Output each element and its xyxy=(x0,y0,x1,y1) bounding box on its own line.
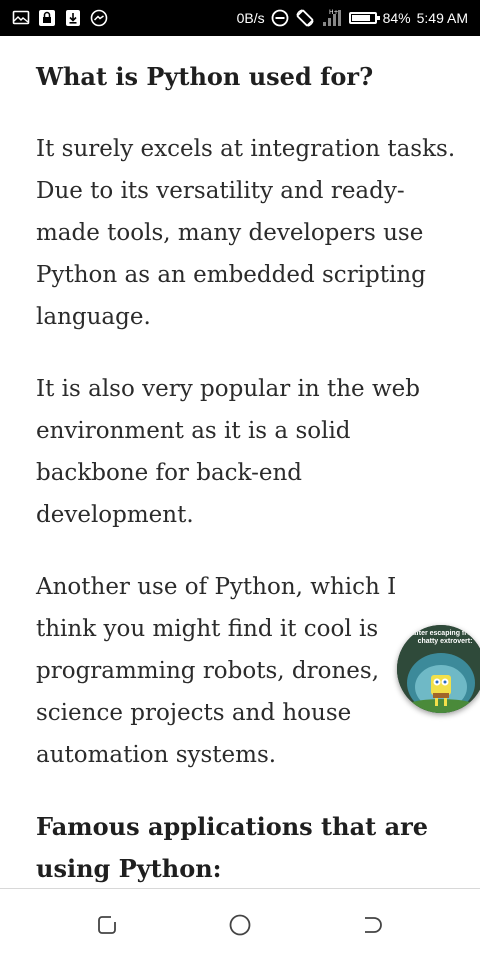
lock-icon xyxy=(38,9,56,27)
system-status: 0B/s H+ 84% 5:49 AM xyxy=(237,0,468,36)
back-icon xyxy=(365,917,382,933)
battery-level xyxy=(351,15,370,21)
status-bar: 0B/s H+ 84% 5:49 AM xyxy=(0,0,480,36)
paragraph-integration: It surely excels at integration tasks. D… xyxy=(36,136,456,330)
signal-icon: H+ xyxy=(321,8,343,28)
rotate-icon xyxy=(295,8,315,28)
network-speed: 0B/s xyxy=(236,10,265,26)
svg-text:H+: H+ xyxy=(329,9,339,16)
recent-apps-icon xyxy=(98,916,116,934)
clock: 5:49 AM xyxy=(416,10,468,26)
home-button[interactable] xyxy=(226,911,254,939)
do-not-disturb-icon xyxy=(271,9,289,27)
download-icon xyxy=(64,9,82,27)
paragraph-web: It is also very popular in the web envir… xyxy=(36,376,421,528)
floating-chat-head[interactable]: after escaping from chatty extrovert: xyxy=(397,625,480,713)
recent-apps-button[interactable] xyxy=(93,911,121,939)
article-body: What is Python used for? It surely excel… xyxy=(36,56,456,890)
back-button[interactable] xyxy=(359,911,387,939)
home-circle-icon xyxy=(229,914,251,936)
section-heading-famous-apps: Famous applications that are using Pytho… xyxy=(36,812,429,883)
paragraph-robots: Another use of Python, which I think you… xyxy=(36,574,397,768)
screen-cast-icon xyxy=(12,9,30,27)
battery-icon xyxy=(348,12,380,24)
notification-icons xyxy=(12,9,108,27)
navigation-bar xyxy=(0,888,480,960)
section-heading-python-uses: What is Python used for? xyxy=(36,62,374,91)
battery-percent: 84% xyxy=(382,10,411,26)
messenger-icon xyxy=(90,9,108,27)
meme-caption: after escaping from chatty extrovert: xyxy=(412,630,478,645)
